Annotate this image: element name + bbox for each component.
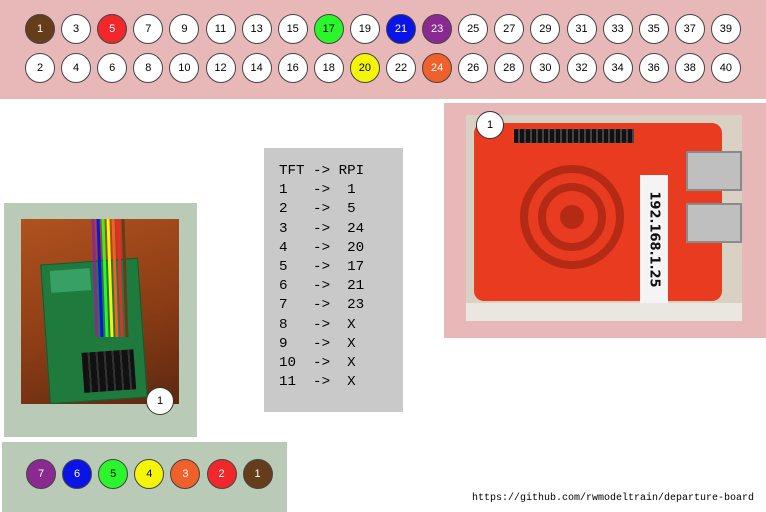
- repository-url[interactable]: https://github.com/rwmodeltrain/departur…: [472, 493, 754, 504]
- gpio-pin-16: 16: [277, 53, 308, 83]
- gpio-pin-23: 23: [422, 14, 453, 44]
- ip-address-label: 192.168.1.25: [640, 175, 668, 303]
- gpio-pin-26: 26: [458, 53, 489, 83]
- gpio-pin-4: 4: [61, 53, 92, 83]
- gpio-pin-33: 33: [602, 14, 633, 44]
- wire-color-2: 2: [206, 459, 237, 489]
- gpio-pin-21: 21: [386, 14, 416, 44]
- rpi-red-case: 192.168.1.25: [474, 123, 742, 303]
- gpio-pin-28: 28: [494, 53, 525, 83]
- gpio-pin-40: 40: [710, 53, 741, 83]
- gpio-pin-10: 10: [169, 53, 200, 83]
- gpio-pin-35: 35: [638, 14, 669, 44]
- gpio-pin-37: 37: [674, 14, 705, 44]
- gpio-pin-19: 19: [349, 14, 380, 44]
- gpio-pin-17: 17: [313, 14, 344, 44]
- gpio-pin-15: 15: [277, 14, 308, 44]
- raspberry-logo-icon: [520, 165, 624, 269]
- rpi-gpio-strip: [514, 129, 634, 143]
- gpio-pin-24: 24: [422, 53, 453, 83]
- gpio-pin-1: 1: [25, 14, 55, 44]
- gpio-pin-38: 38: [674, 53, 705, 83]
- rpi-photo-background: [466, 303, 742, 321]
- wire-color-1: 1: [242, 459, 273, 489]
- gpio-pin-9: 9: [169, 14, 200, 44]
- wire-color-7: 7: [26, 459, 56, 489]
- wire-color-6: 6: [62, 459, 93, 489]
- gpio-pin-31: 31: [566, 14, 597, 44]
- ip-address-text: 192.168.1.25: [646, 190, 662, 288]
- gpio-pin-11: 11: [205, 14, 236, 44]
- wire-color-legend-panel: 7654321: [2, 442, 287, 512]
- pin-mapping-panel: TFT -> RPI 1 -> 1 2 -> 5 3 -> 24 4 -> 20…: [264, 148, 403, 412]
- tft-pin1-callout: 1: [146, 387, 174, 415]
- gpio-pin-14: 14: [241, 53, 272, 83]
- gpio-pin-30: 30: [530, 53, 561, 83]
- gpio-pin-7: 7: [133, 14, 164, 44]
- gpio-pin-27: 27: [494, 14, 525, 44]
- tft-photo-panel: 1: [4, 203, 197, 437]
- usb-port-lower: [686, 203, 742, 243]
- gpio-pin-29: 29: [530, 14, 561, 44]
- gpio-pin-39: 39: [710, 14, 741, 44]
- wire-color-5: 5: [98, 459, 129, 489]
- gpio-pin-5: 5: [97, 14, 128, 44]
- gpio-pin-36: 36: [638, 53, 669, 83]
- wire-color-3: 3: [170, 459, 201, 489]
- tft-pin-header: [81, 349, 137, 393]
- gpio-pin-25: 25: [458, 14, 489, 44]
- wire-color-4: 4: [134, 459, 165, 489]
- gpio-pin-13: 13: [241, 14, 272, 44]
- gpio-pin-2: 2: [25, 53, 55, 83]
- tft-display-photo: [21, 219, 179, 404]
- ribbon-wires: [91, 219, 129, 338]
- usb-port-upper: [686, 151, 742, 191]
- gpio-pin-22: 22: [386, 53, 416, 83]
- gpio-pin-8: 8: [133, 53, 164, 83]
- gpio-pin-12: 12: [205, 53, 236, 83]
- gpio-pin-3: 3: [61, 14, 92, 44]
- raspberry-pi-photo: 192.168.1.25: [466, 115, 742, 321]
- pin-mapping-table: TFT -> RPI 1 -> 1 2 -> 5 3 -> 24 4 -> 20…: [279, 163, 365, 391]
- gpio-pin-32: 32: [566, 53, 597, 83]
- gpio-header-panel: 1 3 5 7 9 11 13 15 17 19 21 23 25 27 29 31 33 35 37 39 2 4 6 8 1…: [0, 0, 766, 99]
- gpio-pin-20: 20: [349, 53, 380, 83]
- gpio-pin-34: 34: [602, 53, 633, 83]
- rpi-pin1-callout: 1: [476, 111, 504, 139]
- tft-screen-area: [49, 268, 92, 293]
- rpi-photo-panel: 192.168.1.25 1: [444, 103, 766, 338]
- gpio-pin-18: 18: [313, 53, 344, 83]
- gpio-pin-6: 6: [97, 53, 128, 83]
